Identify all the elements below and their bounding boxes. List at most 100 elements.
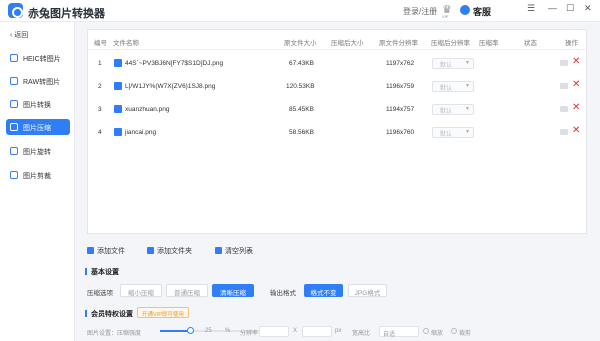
col-compressed-size: 压缩后大小	[331, 40, 364, 47]
resolution-label: 分辨率	[240, 331, 259, 337]
file-name: 44S`~PV3BJ6N[FY7$S1D]DJ.png	[125, 60, 224, 67]
customer-service-button[interactable]: 客服	[473, 5, 491, 18]
add-file-icon	[87, 247, 94, 254]
delete-icon[interactable]: ✕	[572, 102, 580, 113]
crop-radio[interactable]	[451, 328, 457, 334]
compress-icon	[10, 123, 18, 131]
width-input[interactable]	[259, 326, 289, 337]
aspect-ratio-label: 宽高比	[352, 331, 371, 337]
compressed-res-select[interactable]: 默认 ▼	[432, 104, 474, 115]
strength-unit: %	[225, 328, 231, 334]
add-folder-icon	[147, 247, 154, 254]
delete-icon[interactable]: ✕	[572, 56, 580, 67]
col-number: 编号	[94, 40, 107, 47]
open-folder-icon[interactable]	[560, 106, 568, 112]
times-label: X	[293, 328, 298, 334]
height-input[interactable]	[302, 326, 332, 337]
output-format-label: 输出格式	[270, 290, 296, 297]
add-folder-button[interactable]: 添加文件夹	[147, 246, 192, 256]
file-size: 85.45KB	[289, 106, 314, 113]
strength-value: 25	[205, 328, 212, 334]
select-value: 默认	[440, 132, 453, 138]
compress-option-shrink[interactable]: 缩小压缩	[120, 284, 162, 297]
title-bar: 赤兔图片转换器 登录/注册 ♛ VIP 客服 ☰ — ☐ ✕	[0, 0, 600, 22]
raw-icon	[10, 77, 18, 85]
sidebar: ‹ 返回 HEIC转图片 RAW转图片 图片转换 图片压缩 图片旋转 图片剪裁	[0, 22, 75, 341]
sidebar-item-convert[interactable]: 图片转换	[6, 96, 70, 112]
back-button[interactable]: ‹ 返回	[10, 30, 28, 40]
file-size: 58.56KB	[289, 129, 314, 136]
scale-radio-label: 缩放	[431, 331, 444, 337]
aspect-ratio-select[interactable]: 自适	[379, 326, 419, 338]
basic-settings-title: 基本设置	[85, 267, 119, 277]
format-unchanged-button[interactable]: 格式不变	[304, 284, 343, 297]
minimize-button[interactable]: —	[548, 3, 557, 13]
add-file-button[interactable]: 添加文件	[87, 246, 125, 256]
file-table: 编号 文件名称 原文件大小 压缩后大小 原文件分辨率 压缩后分辨率 压缩率 状态…	[87, 29, 587, 234]
row-number: 1	[98, 60, 102, 67]
vip-settings-title: 会员特权设置	[85, 309, 133, 319]
col-filename: 文件名称	[113, 40, 139, 47]
col-original-res: 原文件分辨率	[379, 40, 418, 47]
col-ratio: 压缩率	[479, 40, 499, 47]
sidebar-item-heic[interactable]: HEIC转图片	[6, 50, 70, 66]
vip-crown-label: VIP	[442, 14, 449, 19]
sidebar-item-label: 图片旋转	[23, 149, 51, 156]
open-folder-icon[interactable]	[560, 60, 568, 66]
compress-option-clear[interactable]: 清晰压缩	[212, 284, 254, 297]
caret-down-icon: ▼	[465, 60, 470, 66]
customer-service-icon[interactable]	[460, 5, 470, 15]
delete-icon[interactable]: ✕	[572, 125, 580, 136]
sidebar-item-crop[interactable]: 图片剪裁	[6, 167, 70, 183]
table-row[interactable]: 1 44S`~PV3BJ6N[FY7$S1D]DJ.png 67.43KB 11…	[88, 53, 586, 75]
vip-badge[interactable]: 开通VIP即可使用	[137, 307, 189, 318]
px-label: px	[335, 328, 342, 334]
crop-radio-label: 裁剪	[459, 331, 472, 337]
close-button[interactable]: ✕	[584, 3, 592, 14]
table-row[interactable]: 4 jiancai.png 58.56KB 1196x760 默认 ▼ ✕	[88, 122, 586, 144]
file-resolution: 1196x760	[386, 129, 415, 136]
back-label: 返回	[14, 32, 29, 39]
row-number: 2	[98, 83, 102, 90]
app-title: 赤兔图片转换器	[28, 8, 105, 20]
file-name: jiancai.png	[125, 129, 157, 136]
table-row[interactable]: 3 xuanzhuan.png 85.45KB 1194x757 默认 ▼ ✕	[88, 99, 586, 121]
sidebar-item-compress[interactable]: 图片压缩	[6, 119, 70, 135]
menu-icon[interactable]: ☰	[527, 3, 535, 14]
table-header: 编号 文件名称 原文件大小 压缩后大小 原文件分辨率 压缩后分辨率 压缩率 状态…	[88, 30, 586, 50]
select-value: 默认	[440, 63, 453, 69]
table-row[interactable]: 2 L]/W1JY%(W7X{ZV6)1SJ8.png 120.53KB 119…	[88, 76, 586, 98]
sidebar-item-label: 图片转换	[23, 102, 51, 109]
strength-label: 图片设置：压缩强度	[87, 331, 142, 337]
scale-radio[interactable]	[423, 328, 429, 334]
rotate-icon	[10, 147, 18, 155]
slider-handle[interactable]	[187, 327, 194, 334]
compressed-res-select[interactable]: 默认 ▼	[432, 127, 474, 138]
caret-down-icon: ▼	[465, 83, 470, 89]
file-size: 120.53KB	[286, 83, 315, 90]
compressed-res-select[interactable]: 默认 ▼	[432, 81, 474, 92]
file-resolution: 1197x762	[386, 60, 415, 67]
sidebar-item-label: HEIC转图片	[23, 56, 61, 63]
slider-fill	[160, 330, 190, 332]
open-folder-icon[interactable]	[560, 83, 568, 89]
add-file-label: 添加文件	[97, 248, 125, 255]
sidebar-item-label: 图片剪裁	[23, 173, 51, 180]
row-number: 3	[98, 106, 102, 113]
sidebar-item-rotate[interactable]: 图片旋转	[6, 143, 70, 159]
select-value: 默认	[440, 86, 453, 92]
maximize-button[interactable]: ☐	[566, 3, 574, 14]
open-folder-icon[interactable]	[560, 129, 568, 135]
clear-list-button[interactable]: 清空列表	[215, 246, 253, 256]
row-number: 4	[98, 129, 102, 136]
sidebar-item-raw[interactable]: RAW转图片	[6, 73, 70, 89]
crop-icon	[10, 171, 18, 179]
compress-option-normal[interactable]: 普通压缩	[166, 284, 208, 297]
compressed-res-select[interactable]: 默认 ▼	[432, 58, 474, 69]
col-compressed-res: 压缩后分辨率	[431, 40, 470, 47]
image-file-icon	[114, 59, 122, 67]
login-register-link[interactable]: 登录/注册	[403, 6, 437, 17]
image-file-icon	[114, 128, 122, 136]
format-jpg-button[interactable]: JPG格式	[348, 284, 387, 297]
delete-icon[interactable]: ✕	[572, 79, 580, 90]
